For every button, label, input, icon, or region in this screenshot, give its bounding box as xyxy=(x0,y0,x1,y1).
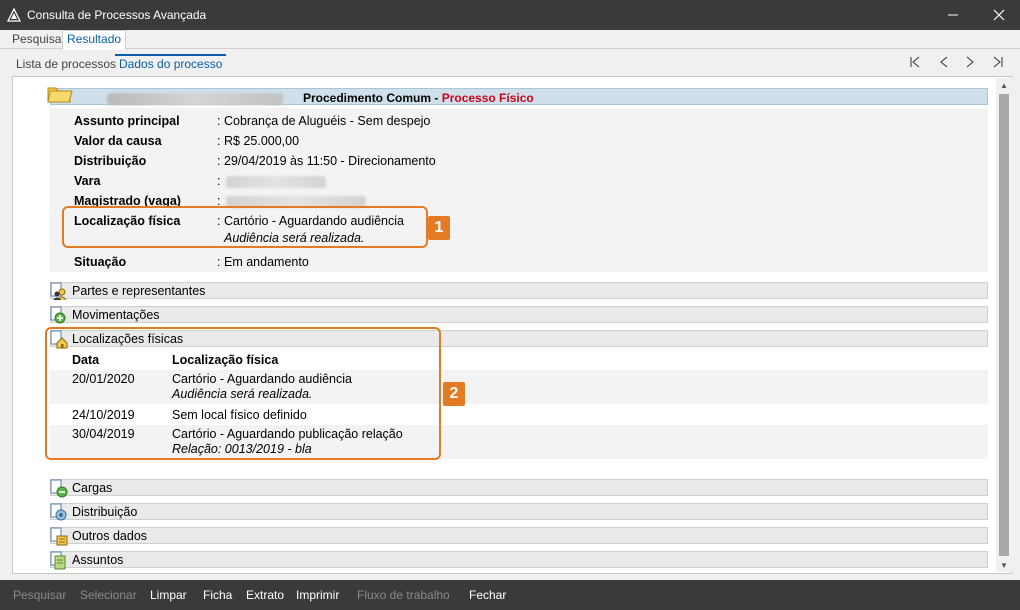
section-outros[interactable] xyxy=(50,527,988,544)
scroll-down-icon[interactable]: ▼ xyxy=(996,558,1012,572)
process-type: Procedimento Comum - Processo Físico xyxy=(303,91,534,105)
process-detail: Procedimento Comum - Processo Físico Ass… xyxy=(20,80,990,572)
last-page-icon[interactable] xyxy=(988,54,1008,70)
section-label-assuntos: Assuntos xyxy=(72,553,124,567)
field-colon: : xyxy=(217,174,221,188)
title-bar: Consulta de Processos Avançada xyxy=(0,0,1020,30)
scroll-thumb[interactable] xyxy=(999,94,1009,556)
pesquisar-button: Pesquisar xyxy=(13,588,67,602)
previous-icon[interactable] xyxy=(934,54,954,70)
field-value-situacao: Em andamento xyxy=(224,255,309,269)
section-movimentacoes[interactable] xyxy=(50,306,988,323)
extrato-button[interactable]: Extrato xyxy=(246,588,284,602)
tab-pesquisa[interactable]: Pesquisa xyxy=(8,31,65,49)
section-label-cargas: Cargas xyxy=(72,481,113,495)
tab-dados-processo[interactable]: Dados do processo xyxy=(115,54,227,72)
app-logo-icon xyxy=(7,8,21,22)
section-distribuicao[interactable] xyxy=(50,503,988,520)
movements-icon xyxy=(49,305,71,325)
process-number-redacted xyxy=(107,93,283,105)
ficha-button[interactable]: Ficha xyxy=(203,588,232,602)
field-value-vara-redacted xyxy=(226,176,326,188)
field-label-assunto: Assunto principal xyxy=(74,114,180,128)
section-label-partes: Partes e representantes xyxy=(72,284,206,298)
next-icon[interactable] xyxy=(960,54,980,70)
other-data-icon xyxy=(49,526,71,546)
fechar-button[interactable]: Fechar xyxy=(469,588,506,602)
folder-icon xyxy=(46,83,74,105)
field-label-vara: Vara xyxy=(74,174,101,188)
callout-number-2: 2 xyxy=(443,382,465,406)
field-label-situacao: Situação xyxy=(74,255,127,269)
field-colon: : xyxy=(217,154,221,168)
window-title: Consulta de Processos Avançada xyxy=(27,8,207,22)
selecionar-button: Selecionar xyxy=(80,588,137,602)
section-label-outros: Outros dados xyxy=(72,529,148,543)
fluxo-button: Fluxo de trabalho xyxy=(357,588,450,602)
field-value-assunto: Cobrança de Aluguéis - Sem despejo xyxy=(224,114,431,128)
field-label-distribuicao: Distribuição xyxy=(74,154,147,168)
subjects-icon xyxy=(49,550,71,570)
process-header: Procedimento Comum - Processo Físico xyxy=(50,88,988,105)
primary-tabs: Pesquisa Resultado xyxy=(0,30,1020,50)
first-page-icon[interactable] xyxy=(905,54,925,70)
section-label-movimentacoes: Movimentações xyxy=(72,308,160,322)
footer-toolbar: Pesquisar Selecionar Limpar Ficha Extrat… xyxy=(0,580,1020,610)
field-value-valor: R$ 25.000,00 xyxy=(224,134,300,148)
minimize-icon[interactable] xyxy=(930,0,976,30)
people-icon xyxy=(49,281,71,301)
cargas-icon xyxy=(49,478,71,498)
field-colon: : xyxy=(217,134,221,148)
callout-box-1 xyxy=(62,206,428,248)
distribution-icon xyxy=(49,502,71,522)
field-label-valor: Valor da causa xyxy=(74,134,162,148)
close-icon[interactable] xyxy=(976,0,1020,30)
limpar-button[interactable]: Limpar xyxy=(150,588,187,602)
section-cargas[interactable] xyxy=(50,479,988,496)
field-value-distribuicao: 29/04/2019 às 11:50 - Direcionamento xyxy=(224,154,436,168)
field-colon: : xyxy=(217,114,221,128)
section-assuntos[interactable] xyxy=(50,551,988,568)
field-colon: : xyxy=(217,255,221,269)
callout-number-1: 1 xyxy=(428,216,450,240)
secondary-tabs: Lista de processos Dados do processo xyxy=(0,50,1020,76)
callout-box-2 xyxy=(45,327,441,460)
vertical-scrollbar[interactable]: ▲ ▼ xyxy=(996,78,1012,572)
tab-resultado[interactable]: Resultado xyxy=(62,30,127,50)
section-label-distribuicao: Distribuição xyxy=(72,505,138,519)
imprimir-button[interactable]: Imprimir xyxy=(296,588,339,602)
tab-lista-processos[interactable]: Lista de processos xyxy=(12,56,120,74)
scroll-up-icon[interactable]: ▲ xyxy=(996,78,1012,92)
